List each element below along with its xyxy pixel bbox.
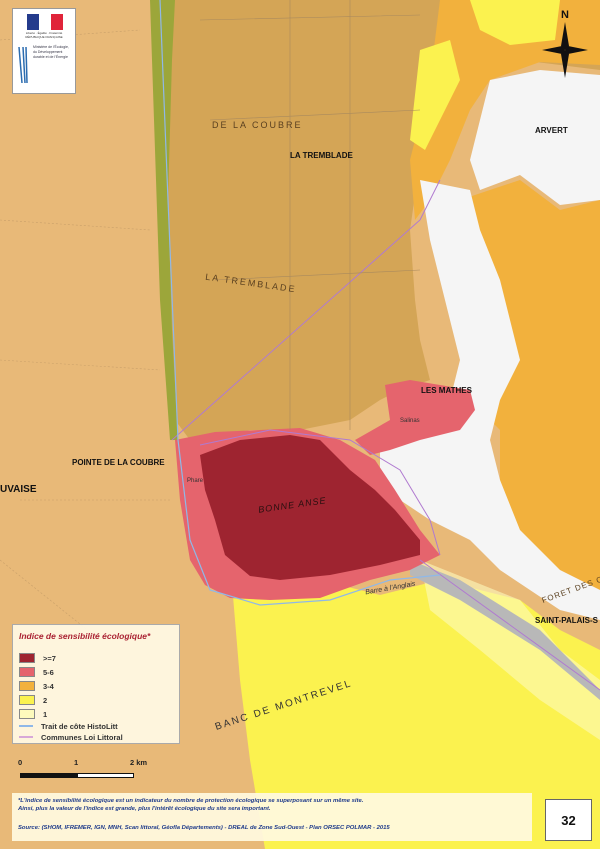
- label-la-tremblade: LA TREMBLADE: [290, 151, 353, 160]
- label-saint-palais: SAINT-PALAIS-S: [535, 616, 598, 625]
- footer-note-1: *L'indice de sensibilité écologique est …: [18, 798, 364, 804]
- legend-title: Indice de sensibilité écologique*: [19, 631, 151, 641]
- legend-line-swatch: [19, 725, 33, 727]
- legend-item-2: 2: [19, 695, 47, 705]
- legend-swatch: [19, 653, 35, 663]
- legend-item-ge7: >=7: [19, 653, 56, 663]
- legend-swatch: [19, 681, 35, 691]
- legend-item-1: 1: [19, 709, 47, 719]
- compass-north-label: N: [561, 9, 569, 21]
- label-phare: Phare: [187, 478, 204, 484]
- ministry-stripe-icon: [18, 47, 28, 83]
- footer-notes: *L'indice de sensibilité écologique est …: [12, 793, 532, 841]
- french-flag-icon: [27, 14, 63, 30]
- scale-segment: [77, 773, 134, 778]
- legend-swatch: [19, 667, 35, 677]
- footer-note-2: Ainsi, plus la valeur de l'indice est gr…: [18, 806, 271, 812]
- scale-segment: [20, 773, 77, 778]
- legend-line-swatch: [19, 736, 33, 738]
- ministry-logo: Liberté · Égalité · Fraternité RÉPUBLIQU…: [12, 8, 76, 94]
- legend-line-histolitt: Trait de côte HistoLitt: [19, 721, 118, 731]
- map-legend: Indice de sensibilité écologique* >=7 5-…: [12, 624, 180, 744]
- footer-source: Source: (SHOM, IFREMER, IGN, MNH, Scan l…: [18, 825, 390, 831]
- label-uvaise: UVAISE: [0, 484, 37, 495]
- label-pointe-de-la-coubre: POINTE DE LA COUBRE: [72, 458, 165, 467]
- republic-text: Liberté · Égalité · Fraternité RÉPUBLIQU…: [25, 31, 63, 39]
- label-salinas: Salinas: [400, 418, 420, 424]
- ministry-text: Ministère de l'Écologie, du Développemen…: [33, 45, 69, 59]
- scale-label-1: 1: [74, 758, 79, 767]
- scale-label-0: 0: [18, 758, 23, 767]
- scale-bar: 0 1 2 km: [16, 758, 156, 784]
- legend-swatch: [19, 695, 35, 705]
- page-number: 32: [545, 799, 592, 841]
- scale-label-2: 2 km: [130, 758, 148, 767]
- label-foret-coubre: DE LA COUBRE: [212, 120, 303, 130]
- urban-area-arvert: [470, 70, 600, 205]
- legend-line-communes: Communes Loi Littoral: [19, 732, 123, 742]
- legend-item-5-6: 5-6: [19, 667, 54, 677]
- label-les-mathes: LES MATHES: [421, 386, 472, 395]
- legend-swatch: [19, 709, 35, 719]
- label-arvert: ARVERT: [535, 126, 568, 135]
- north-arrow-icon: N: [542, 9, 588, 78]
- legend-item-3-4: 3-4: [19, 681, 54, 691]
